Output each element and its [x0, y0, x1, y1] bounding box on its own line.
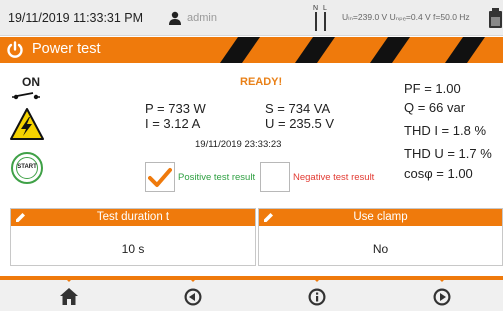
use-clamp-value: No [372, 242, 389, 256]
user-icon [169, 11, 181, 25]
home-icon [60, 288, 78, 305]
bottom-nav [0, 276, 503, 311]
cos-phi-value: cosφ = 1.00 [404, 166, 473, 181]
power-icon [7, 41, 23, 58]
reactive-power-value: Q = 66 var [404, 100, 466, 115]
test-duration-setting[interactable]: Test duration t 10 s [10, 208, 256, 266]
title-bar: Power test [0, 37, 503, 63]
measurement-timestamp: 19/11/2019 23:33:23 [195, 139, 282, 150]
start-button[interactable]: START [11, 152, 43, 184]
active-power-value: P = 733 W [145, 101, 206, 116]
panel-header: Use clamp [259, 209, 502, 226]
thd-voltage-value: THD U = 1.7 % [404, 146, 492, 161]
forward-button[interactable] [383, 276, 503, 311]
test-duration-value: 10 s [121, 242, 145, 256]
thd-current-value: THD I = 1.8 % [404, 123, 486, 138]
test-duration-title: Test duration t [96, 211, 170, 223]
positive-result-checkbox[interactable] [145, 162, 175, 192]
svg-text:N: N [313, 5, 318, 12]
battery-icon [489, 8, 502, 28]
datetime: 19/11/2019 11:33:31 PM [8, 11, 144, 25]
switch-icon [12, 92, 40, 100]
switch-state-label: ON [22, 75, 40, 89]
negative-result-label: Negative test result [293, 172, 375, 183]
test-status: READY! [240, 76, 283, 88]
use-clamp-title: Use clamp [353, 211, 408, 223]
checkmark-icon [148, 168, 172, 187]
back-icon [184, 288, 202, 306]
info-button[interactable] [258, 276, 378, 311]
back-button[interactable] [134, 276, 254, 311]
negative-result-checkbox[interactable] [260, 162, 290, 192]
panel-header: Test duration t [11, 209, 255, 226]
power-factor-value: PF = 1.00 [404, 81, 461, 96]
measurement-area: ON START READY! P = 733 W I = 3.12 A S =… [0, 63, 503, 203]
start-label: START [17, 164, 37, 170]
voltage-value: U = 235.5 V [265, 116, 335, 131]
positive-result-label: Positive test result [178, 172, 256, 183]
current-value: I = 3.12 A [145, 116, 201, 131]
nl-indicator-icon: N L [313, 5, 327, 31]
info-icon [308, 288, 326, 306]
high-voltage-warning-icon [10, 108, 44, 140]
forward-icon [433, 288, 451, 306]
mains-readings: Uₗₙ=239.0 V Uₙₚₑ=0.4 V f=50.0 Hz [342, 12, 470, 22]
page-title: Power test [32, 41, 101, 57]
hazard-stripes [220, 37, 485, 63]
status-bar: 19/11/2019 11:33:31 PM admin N L Uₗₙ=239… [0, 0, 503, 36]
use-clamp-setting[interactable]: Use clamp No [258, 208, 503, 266]
home-button[interactable] [10, 276, 130, 311]
apparent-power-value: S = 734 VA [265, 101, 331, 116]
svg-text:L: L [323, 5, 327, 12]
user-name: admin [187, 12, 217, 24]
